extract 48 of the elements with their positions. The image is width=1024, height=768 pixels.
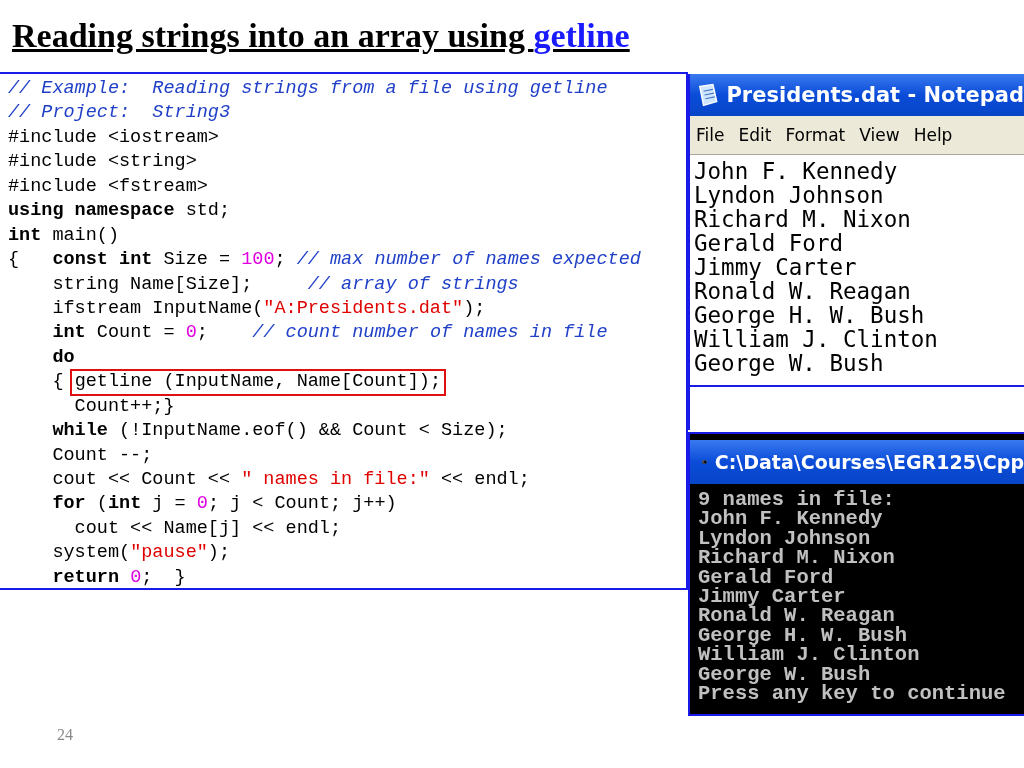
highlighted-code: getline (InputName, Name[Count]); [69,369,446,397]
code-line: #include <string> [8,150,198,175]
text-line: Gerald Ford [694,231,844,255]
text-line: Ronald W. Reagan [694,279,912,303]
console-line: George H. W. Bush [698,625,908,646]
code-line: while (!InputName.eof() && Count < Size); [51,419,509,444]
page-number: 24 [57,726,73,744]
code-line: using namespace std; [8,199,232,224]
console-line: William J. Clinton [698,645,921,665]
console-line: John F. Kennedy [698,509,884,529]
text-line: William J. Clinton [694,327,939,351]
code-line: do [51,345,76,370]
code-line: int main() [8,223,121,248]
code-line: int Count = 0; // count number of names in file [51,321,609,346]
code-line: #include <iostream> [8,125,220,150]
menu-item[interactable]: Help [913,125,953,145]
menu-item[interactable]: Edit [738,125,772,145]
console-line: Ronald W. Reagan [698,606,895,626]
code-line: ifstream InputName("A:Presidents.dat"); [51,296,487,321]
text-line: George W. Bush [694,351,885,375]
slide-title: Reading strings into an array using getline [11,16,631,56]
console-line: Lyndon Johnson [698,528,871,549]
code-line: Count++;} [73,394,176,419]
window-title: C:\Data\Courses\EGR125\Cpp [714,451,1024,473]
code-line: return 0; } [51,565,187,590]
code-line: // Example: Reading strings from a file using getline [8,77,609,101]
code-line: // Project: String3 [8,101,232,126]
code-line: string Name[Size]; // array of strings [51,272,520,297]
console-line: 9 names in file: [698,490,896,510]
window-title: Presidents.dat - Notepad [726,83,1024,107]
code-line: system("pause"); [51,541,232,566]
code-line: cout << Count << " names in file:" << endl; [51,468,531,492]
console-line: Gerald Ford [698,567,835,587]
console-line: Richard M. Nixon [698,548,896,568]
code-line: #include <fstream> [8,174,209,199]
console-line: Jimmy Carter [698,586,847,607]
menu-item[interactable]: View [859,125,900,145]
console-line: Press any key to continue [698,683,1007,704]
text-area[interactable]: John F. Kennedy Lyndon Johnson Richard M. Nixon Gerald Ford Jimmy Carter Ronald W. Reagan George H. W. Bush William J. Clinton George W. Bush [690,155,1024,387]
code-line: for (int j = 0; j < Count; j++) [51,492,398,517]
menu-item[interactable]: File [696,125,725,145]
menu-item[interactable]: Format [785,125,846,145]
code-line: Count --; [51,443,154,468]
code-text: { [51,371,65,393]
code-line: cout << Name[j] << endl; [73,516,343,541]
console-line: George W. Bush [698,664,872,684]
code-line: { const int Size = 100; // max number of names expected [8,248,642,273]
text-line: Richard M. Nixon [694,207,912,231]
